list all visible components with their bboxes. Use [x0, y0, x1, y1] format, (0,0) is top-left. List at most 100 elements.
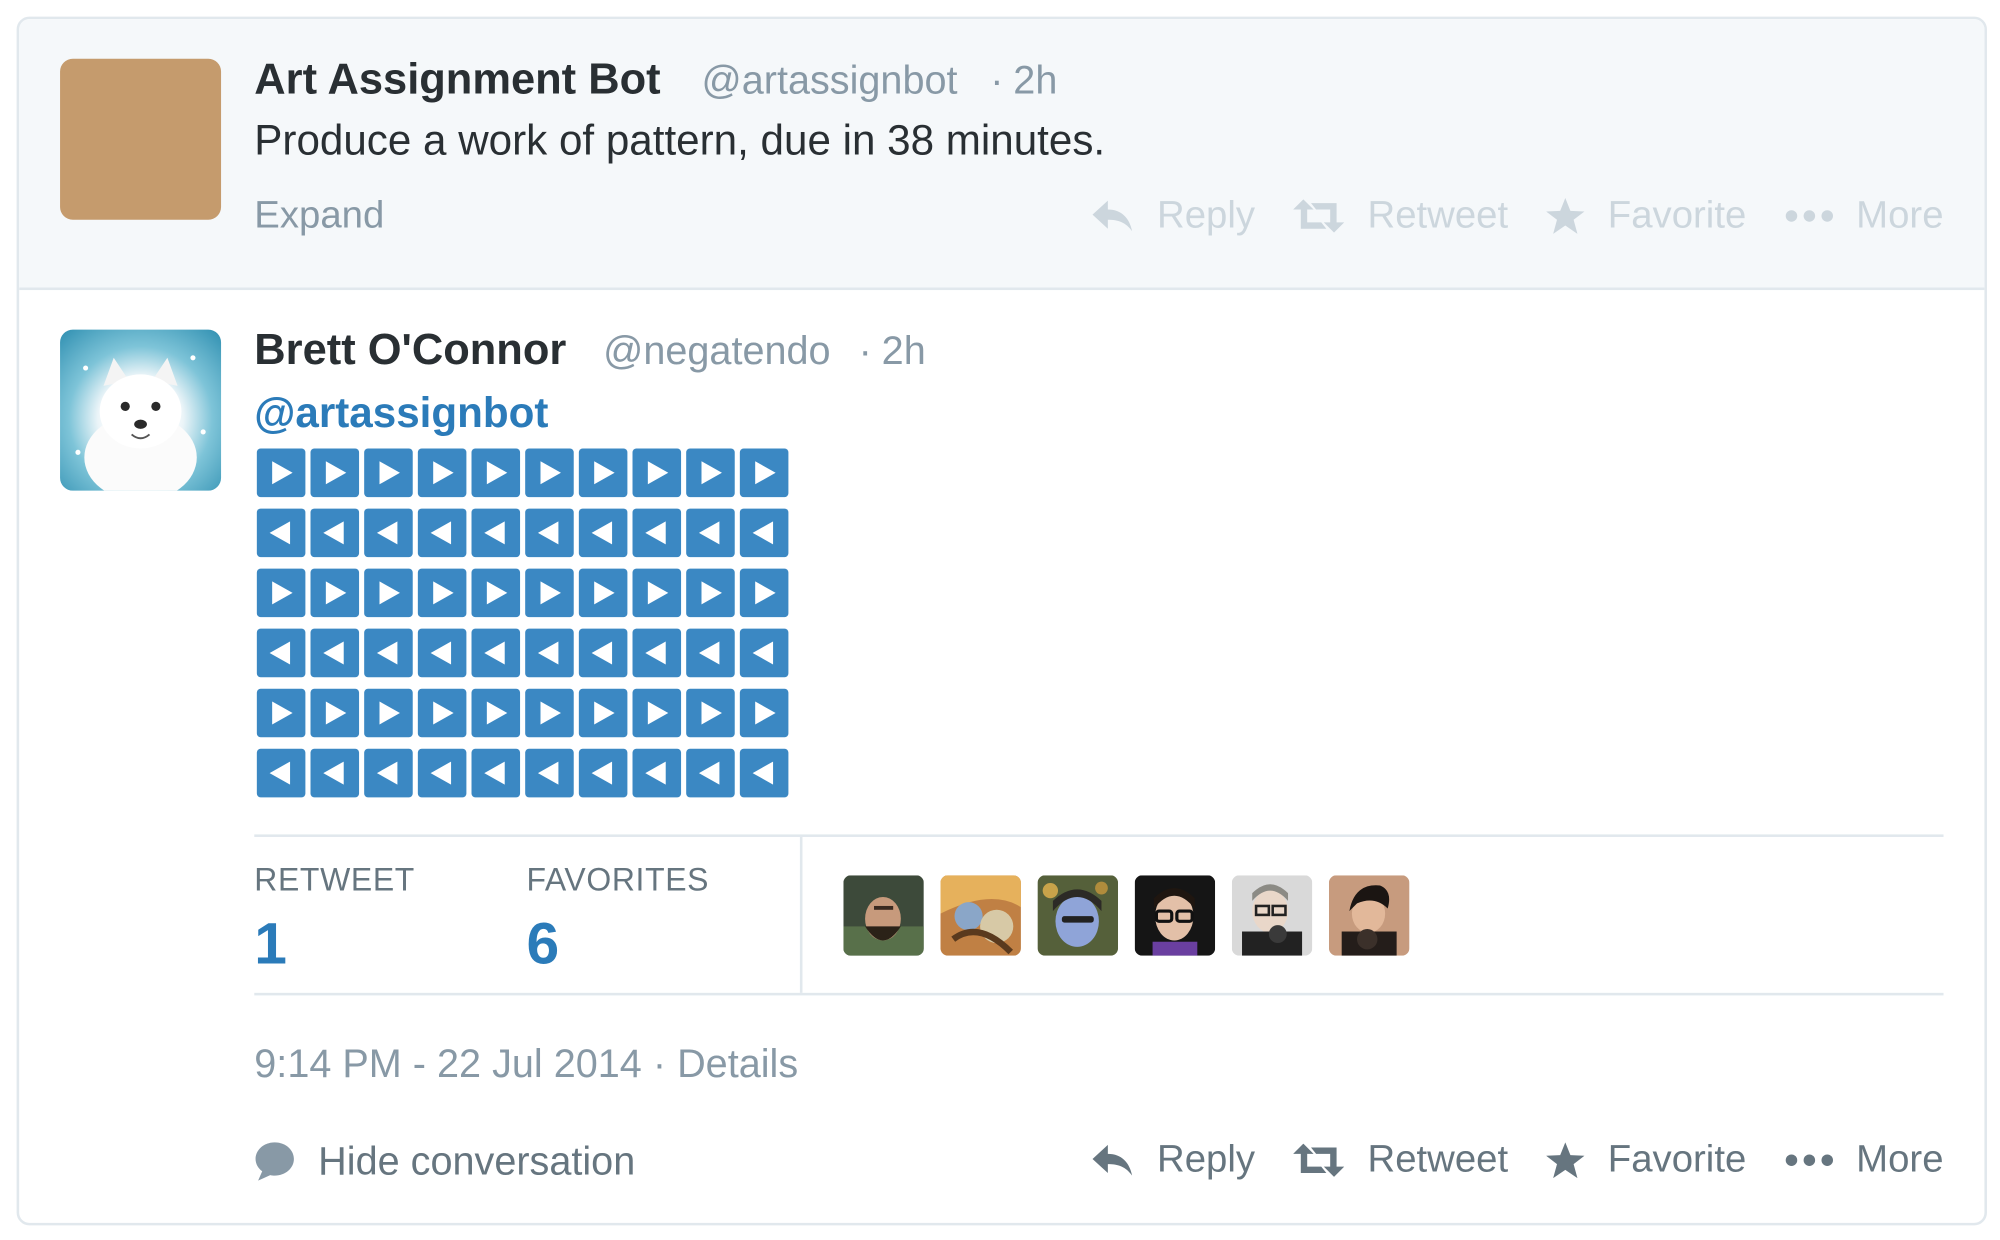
play-left-emoji-icon [256, 628, 306, 678]
parent-author-name[interactable]: Art Assignment Bot [254, 55, 660, 105]
play-left-emoji-icon [417, 508, 467, 558]
play-right-emoji-icon [686, 448, 735, 498]
tweet-time[interactable]: 2h [882, 328, 926, 374]
play-right-emoji-icon [686, 688, 735, 738]
favoriter-avatar-5[interactable] [1231, 875, 1313, 956]
tweet-time-separator: · [858, 328, 872, 374]
play-left-emoji-icon [525, 628, 574, 678]
parent-retweet-label: Retweet [1367, 194, 1509, 237]
play-left-emoji-icon [578, 628, 628, 678]
parent-more-button[interactable]: More [1785, 194, 1944, 237]
reply-label: Reply [1157, 1138, 1256, 1181]
timestamp-text[interactable]: 9:14 PM - 22 Jul 2014 [254, 1041, 642, 1086]
play-right-emoji-icon [632, 688, 682, 738]
favoriter-avatar-4[interactable] [1134, 875, 1216, 956]
play-right-emoji-icon [686, 568, 735, 618]
play-left-emoji-icon [686, 508, 735, 558]
play-left-emoji-icon [256, 748, 306, 798]
bot-avatar[interactable] [60, 58, 222, 220]
retweet-icon [1293, 199, 1345, 233]
reply-button[interactable]: Reply [1091, 1139, 1255, 1182]
favoriter-avatar-2[interactable] [940, 875, 1021, 956]
play-left-emoji-icon [471, 628, 521, 678]
parent-favorite-button[interactable]: Favorite [1546, 194, 1746, 237]
play-right-emoji-icon [525, 688, 574, 738]
play-right-emoji-icon [739, 688, 789, 738]
retweet-count[interactable]: 1 [254, 909, 287, 978]
retweet-label: Retweet [1367, 1138, 1509, 1181]
stats-divider [799, 836, 803, 993]
play-left-emoji-icon [578, 508, 628, 558]
play-left-emoji-icon [739, 628, 789, 678]
favoriter-avatar-6[interactable] [1328, 875, 1410, 956]
favoriter-avatar-1[interactable] [843, 875, 924, 956]
play-left-emoji-icon [739, 508, 789, 558]
pattern-row [256, 748, 794, 809]
pattern-row [256, 448, 794, 509]
favoriter-avatar-3[interactable] [1037, 875, 1119, 956]
retweet-stat-label[interactable]: RETWEET [254, 863, 415, 900]
hide-conversation-button[interactable]: Hide conversation [254, 1139, 635, 1185]
play-left-emoji-icon [417, 748, 467, 798]
play-left-emoji-icon [578, 748, 628, 798]
reply-icon [1091, 200, 1132, 232]
parent-handle[interactable]: @artassignbot [702, 58, 958, 104]
play-left-emoji-icon [525, 508, 574, 558]
play-left-emoji-icon [525, 748, 574, 798]
play-right-emoji-icon [525, 568, 574, 618]
play-left-emoji-icon [364, 628, 413, 678]
play-left-emoji-icon [471, 748, 521, 798]
parent-retweet-button[interactable]: Retweet [1293, 194, 1508, 237]
more-button[interactable]: More [1785, 1139, 1944, 1182]
play-right-emoji-icon [256, 448, 306, 498]
play-right-emoji-icon [310, 568, 360, 618]
timestamp-separator: · [652, 1041, 667, 1087]
play-right-emoji-icon [256, 688, 306, 738]
favorites-stat-label[interactable]: FAVORITES [526, 863, 709, 900]
pattern-row [256, 568, 794, 629]
play-right-emoji-icon [578, 448, 628, 498]
play-right-emoji-icon [417, 568, 467, 618]
favorite-label: Favorite [1607, 1138, 1747, 1181]
user-avatar[interactable] [60, 329, 222, 491]
play-right-emoji-icon [256, 568, 306, 618]
parent-action-bar: Reply Retweet Favorite More [1052, 194, 1944, 237]
parent-time-separator: · [990, 57, 1004, 103]
parent-reply-label: Reply [1157, 194, 1256, 237]
play-left-emoji-icon [739, 748, 789, 798]
expand-link[interactable]: Expand [254, 194, 384, 237]
tweet-handle[interactable]: @negatendo [603, 328, 830, 374]
play-right-emoji-icon [310, 688, 360, 738]
favorites-count[interactable]: 6 [526, 909, 559, 978]
play-left-emoji-icon [417, 628, 467, 678]
play-right-emoji-icon [632, 448, 682, 498]
parent-favorite-label: Favorite [1607, 194, 1747, 237]
play-right-emoji-icon [525, 448, 574, 498]
play-left-emoji-icon [632, 748, 682, 798]
more-label: More [1856, 1138, 1944, 1181]
play-right-emoji-icon [364, 568, 413, 618]
play-right-emoji-icon [364, 688, 413, 738]
mention-link[interactable]: @artassignbot [254, 388, 548, 437]
retweet-icon [1293, 1143, 1345, 1177]
play-left-emoji-icon [364, 508, 413, 558]
parent-tweet[interactable]: Art Assignment Bot @artassignbot · 2h Pr… [19, 19, 1985, 291]
play-right-emoji-icon [471, 568, 521, 618]
play-right-emoji-icon [310, 448, 360, 498]
favorite-button[interactable]: Favorite [1546, 1139, 1746, 1182]
play-right-emoji-icon [578, 568, 628, 618]
pattern-row [256, 688, 794, 749]
play-left-emoji-icon [632, 628, 682, 678]
reply-icon [1091, 1144, 1132, 1176]
details-link[interactable]: Details [677, 1041, 798, 1086]
parent-reply-button[interactable]: Reply [1091, 194, 1255, 237]
star-icon [1546, 1142, 1585, 1179]
play-left-emoji-icon [632, 508, 682, 558]
tweet-author-name[interactable]: Brett O'Connor [254, 326, 566, 376]
parent-more-label: More [1856, 194, 1944, 237]
parent-time[interactable]: 2h [1013, 58, 1057, 104]
play-left-emoji-icon [310, 748, 360, 798]
retweet-button[interactable]: Retweet [1293, 1139, 1508, 1182]
play-right-emoji-icon [471, 688, 521, 738]
play-left-emoji-icon [310, 508, 360, 558]
